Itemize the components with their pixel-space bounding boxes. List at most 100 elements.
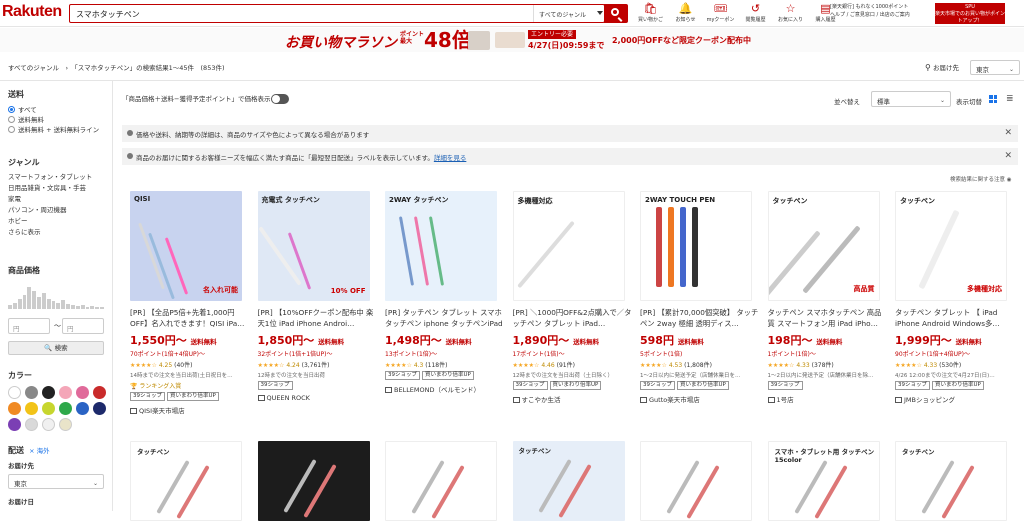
genre-link[interactable]: ホビー: [8, 216, 92, 227]
genre-link[interactable]: 家電: [8, 194, 92, 205]
shipping-option[interactable]: すべて: [8, 104, 99, 114]
radio-button[interactable]: [8, 125, 15, 133]
promo-banner[interactable]: お買い物マラソン ポイント 最大 48倍 エントリー必要 4/27(日)09:59…: [0, 28, 1024, 52]
product-image[interactable]: [257, 441, 370, 521]
product-title[interactable]: タッチペン タブレット 【 iPad iPhone Android Window…: [895, 307, 1015, 329]
product-card[interactable]: 2WAY TOUCH PEN [PR] 【累計70,000個突破】 タッチペン 2…: [640, 191, 764, 404]
color-swatch[interactable]: [8, 418, 21, 431]
product-card[interactable]: [257, 441, 382, 521]
product-title[interactable]: [PR] 【10%OFFクーポン配布中 楽天1位 iPad iPhone And…: [258, 307, 378, 329]
shop-name-text[interactable]: JMBショッピング: [904, 396, 955, 404]
color-swatch[interactable]: [42, 386, 55, 399]
product-image[interactable]: スマホ・タブレット用 タッチペン 15color: [767, 441, 880, 521]
product-card[interactable]: タッチペン 多機種対応タッチペン タブレット 【 iPad iPhone Andr…: [895, 191, 1019, 404]
color-swatch[interactable]: [76, 386, 89, 399]
product-rating[interactable]: ★★★★☆ 4.25 (40件): [130, 360, 254, 369]
ship-to-select[interactable]: 東京 ⌄: [8, 474, 104, 489]
product-card[interactable]: タッチペン: [130, 441, 254, 521]
color-swatch[interactable]: [42, 402, 55, 415]
header-nav-item[interactable]: ↺ 閲覧履歴: [738, 2, 773, 23]
color-swatch[interactable]: [8, 386, 21, 399]
shop-name-text[interactable]: QISI楽天市場店: [139, 407, 185, 415]
close-icon[interactable]: ✕: [1004, 151, 1012, 161]
search-note-link[interactable]: 検索結果に関する注意 ◉: [950, 175, 1012, 183]
rakuten-logo[interactable]: Rakuten: [2, 3, 62, 21]
product-rating[interactable]: ★★★★☆ 4.53 (1,808件): [640, 360, 764, 369]
product-rating[interactable]: ★★★★☆ 4.3 (118件): [385, 360, 509, 369]
genre-select[interactable]: すべてのジャンル: [533, 5, 606, 22]
product-rating[interactable]: ★★★★☆ 4.46 (91件): [513, 360, 637, 369]
close-icon[interactable]: ✕: [1004, 128, 1012, 138]
product-card[interactable]: QISI 名入れ可能 [PR] 【全品P5倍+先着1,000円OFF】名入れできます…: [130, 191, 254, 415]
product-card[interactable]: タッチペン: [512, 441, 637, 521]
product-title[interactable]: [PR] タッチペン タブレット スマホ タッチペン iphone タッチペンi…: [385, 307, 505, 329]
product-image[interactable]: 多機種対応: [512, 191, 625, 301]
product-title[interactable]: [PR] 【全品P5倍+先着1,000円OFF】名入れできます！QISI iPa…: [130, 307, 250, 329]
sort-select[interactable]: 標準 ⌄: [871, 91, 951, 107]
product-image[interactable]: タッチペン: [512, 441, 625, 521]
product-rating[interactable]: ★★★★☆ 4.33 (530件): [895, 360, 1019, 369]
color-swatch[interactable]: [93, 386, 106, 399]
product-image[interactable]: タッチペン: [130, 441, 242, 521]
genre-link[interactable]: スマートフォン・タブレット: [8, 172, 92, 183]
product-image[interactable]: タッチペン 多機種対応: [895, 191, 1007, 301]
product-card[interactable]: 充電式 タッチペン 10% OFF [PR] 【10%OFFクーポン配布中 楽天1位…: [257, 191, 382, 402]
grid-view-icon[interactable]: [989, 95, 997, 103]
product-image[interactable]: タッチペン: [895, 441, 1007, 521]
product-card[interactable]: タッチペン: [895, 441, 1019, 521]
spu-banner[interactable]: SPU 楽天市場でのお買い物がポイントアップ！: [935, 3, 1005, 24]
product-image[interactable]: タッチペン 高品質: [767, 191, 880, 301]
product-image[interactable]: [385, 441, 497, 521]
shop-name-text[interactable]: すこやか生活: [522, 396, 561, 404]
product-title[interactable]: [PR] 【累計70,000個突破】 タッチペン 2way 極細 透明ディス…: [640, 307, 760, 329]
details-link[interactable]: 詳細を見る: [434, 154, 467, 162]
shipping-option[interactable]: 送料無料: [8, 114, 99, 124]
color-swatch[interactable]: [42, 418, 55, 431]
color-swatch[interactable]: [59, 418, 72, 431]
genre-link[interactable]: パソコン・周辺機器: [8, 205, 92, 216]
product-card[interactable]: 2WAY タッチペン [PR] タッチペン タブレット スマホ タッチペン iph…: [385, 191, 509, 394]
product-card[interactable]: [640, 441, 764, 521]
product-card[interactable]: タッチペン 高品質タッチペン スマホタッチペン 高品質 スマートフォン用 iPad…: [767, 191, 892, 404]
overseas-toggle[interactable]: × 海外: [29, 447, 50, 455]
list-view-icon[interactable]: ≣: [1006, 94, 1014, 104]
shipping-option[interactable]: 送料無料 + 送料無料ライン: [8, 124, 99, 134]
search-button[interactable]: [604, 4, 628, 23]
product-image[interactable]: 充電式 タッチペン 10% OFF: [257, 191, 370, 301]
product-image[interactable]: 2WAY TOUCH PEN: [640, 191, 752, 301]
help-links[interactable]: ヘルプ / ご意見窓口 / 出店のご案内: [830, 11, 930, 19]
product-image[interactable]: [640, 441, 752, 521]
search-input[interactable]: スマホタッチペン: [76, 9, 140, 20]
shop-name-text[interactable]: QUEEN ROCK: [267, 394, 310, 402]
product-title[interactable]: [PR] ＼1000円OFF&2点購入で／タッチペン タブレット iPad…: [513, 307, 633, 329]
color-swatch[interactable]: [93, 402, 106, 415]
price-display-toggle[interactable]: [271, 94, 289, 104]
product-rating[interactable]: ★★★★☆ 4.24 (3,761件): [258, 360, 382, 369]
header-nav-item[interactable]: ☆ お気に入り: [773, 2, 808, 23]
header-links[interactable]: [楽天銀行] もれなく1000ポイント ヘルプ / ご意見窓口 / 出店のご案内: [830, 3, 930, 19]
header-nav-item[interactable]: 🎟 myクーポン: [703, 2, 738, 23]
genre-link[interactable]: 日用品雑貨・文房具・手芸: [8, 183, 92, 194]
price-min-input[interactable]: 円: [8, 318, 50, 334]
color-swatch[interactable]: [25, 386, 38, 399]
product-card[interactable]: スマホ・タブレット用 タッチペン 15color: [767, 441, 892, 521]
product-title[interactable]: タッチペン スマホタッチペン 高品質 スマートフォン用 iPad iPho…: [768, 307, 888, 329]
color-swatch[interactable]: [59, 386, 72, 399]
product-image[interactable]: 2WAY タッチペン: [385, 191, 497, 301]
shop-name-text[interactable]: BELLEMOND（ベルモンド）: [394, 386, 480, 394]
header-nav-item[interactable]: 🔔 お知らせ: [668, 2, 703, 23]
delivery-location-select[interactable]: 東京 ⌄: [970, 60, 1020, 75]
color-swatch[interactable]: [8, 402, 21, 415]
search-box[interactable]: スマホタッチペン すべてのジャンル: [69, 4, 605, 23]
price-search-button[interactable]: 🔍 検索: [8, 341, 104, 355]
color-swatch[interactable]: [76, 402, 89, 415]
product-image[interactable]: QISI 名入れ可能: [130, 191, 242, 301]
color-swatch[interactable]: [25, 418, 38, 431]
product-rating[interactable]: ★★★★☆ 4.33 (378件): [768, 360, 892, 369]
header-nav-item[interactable]: 🛍 買い物かご: [633, 2, 668, 23]
shop-name-text[interactable]: Gutto楽天市場店: [649, 396, 700, 404]
bank-link[interactable]: [楽天銀行] もれなく1000ポイント: [830, 3, 930, 11]
price-max-input[interactable]: 円: [62, 318, 104, 334]
shop-name-text[interactable]: 1号店: [777, 396, 794, 404]
genre-link[interactable]: さらに表示: [8, 227, 92, 238]
